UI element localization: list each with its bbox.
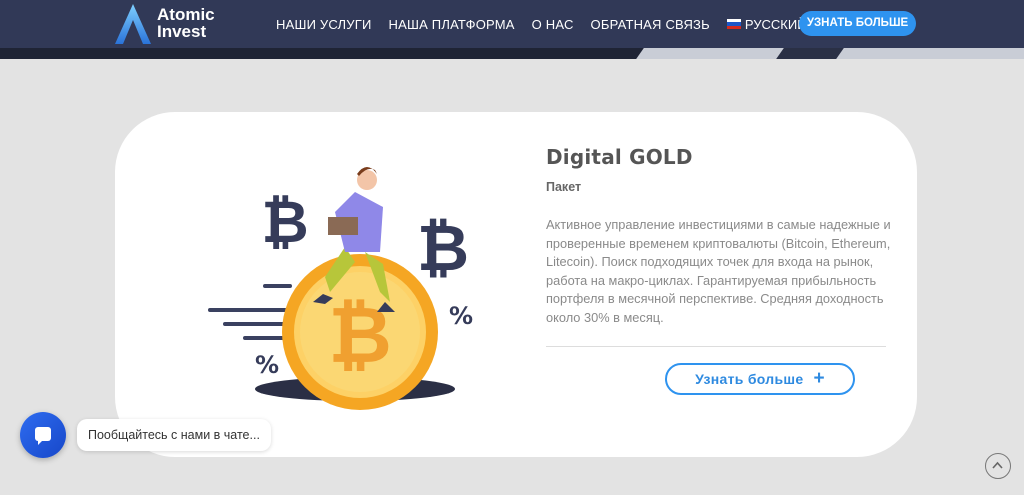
scroll-to-top-button[interactable] [985, 453, 1011, 479]
nav-item-feedback[interactable]: ОБРАТНАЯ СВЯЗЬ [591, 17, 710, 32]
header-decorative-stripe [0, 48, 1024, 59]
service-card: ₿ ₿ ₿ % % Digital GOLD Пакет Активное уп… [115, 112, 917, 457]
bitcoin-symbol-right: ₿ [417, 212, 469, 286]
learn-more-button[interactable]: Узнать больше + [665, 363, 855, 395]
chevron-up-icon [992, 461, 1003, 469]
logo-line-1: Atomic [157, 5, 215, 24]
logo-icon [115, 4, 151, 44]
chat-prompt[interactable]: Пообщайтесь с нами в чате... [77, 419, 271, 451]
nav-item-platform[interactable]: НАША ПЛАТФОРМА [389, 17, 515, 32]
bitcoin-investor-illustration: ₿ ₿ ₿ % % [208, 167, 473, 410]
logo[interactable]: Atomic Invest [113, 2, 223, 46]
main-nav: НАШИ УСЛУГИ НАША ПЛАТФОРМА О НАС ОБРАТНА… [276, 0, 818, 48]
site-header: Atomic Invest НАШИ УСЛУГИ НАША ПЛАТФОРМА… [0, 0, 1024, 48]
percent-symbol-left: % [255, 351, 279, 379]
learn-more-label: Узнать больше [695, 371, 804, 387]
card-subtitle: Пакет [546, 180, 582, 194]
nav-item-services[interactable]: НАШИ УСЛУГИ [276, 17, 372, 32]
language-label: РУССКИЙ [744, 16, 807, 32]
chat-launcher-button[interactable] [20, 412, 66, 458]
speed-lines [208, 284, 292, 340]
bitcoin-symbol-left: ₿ [261, 188, 308, 256]
card-description: Активное управление инвестициями в самые… [546, 217, 891, 325]
russian-flag-icon [726, 19, 741, 29]
card-title: Digital GOLD [546, 145, 693, 169]
plus-icon: + [813, 368, 825, 389]
bitcoin-symbol-coin: ₿ [328, 291, 392, 381]
stripe-dark [776, 48, 844, 59]
logo-line-2: Invest [157, 22, 207, 41]
percent-symbol-right: % [449, 302, 473, 330]
logo-text: Atomic Invest [157, 6, 215, 40]
chat-bubble-icon [35, 427, 51, 445]
card-divider [546, 346, 886, 347]
nav-item-about[interactable]: О НАС [532, 17, 574, 32]
learn-more-header-button[interactable]: УЗНАТЬ БОЛЬШЕ [799, 11, 916, 36]
